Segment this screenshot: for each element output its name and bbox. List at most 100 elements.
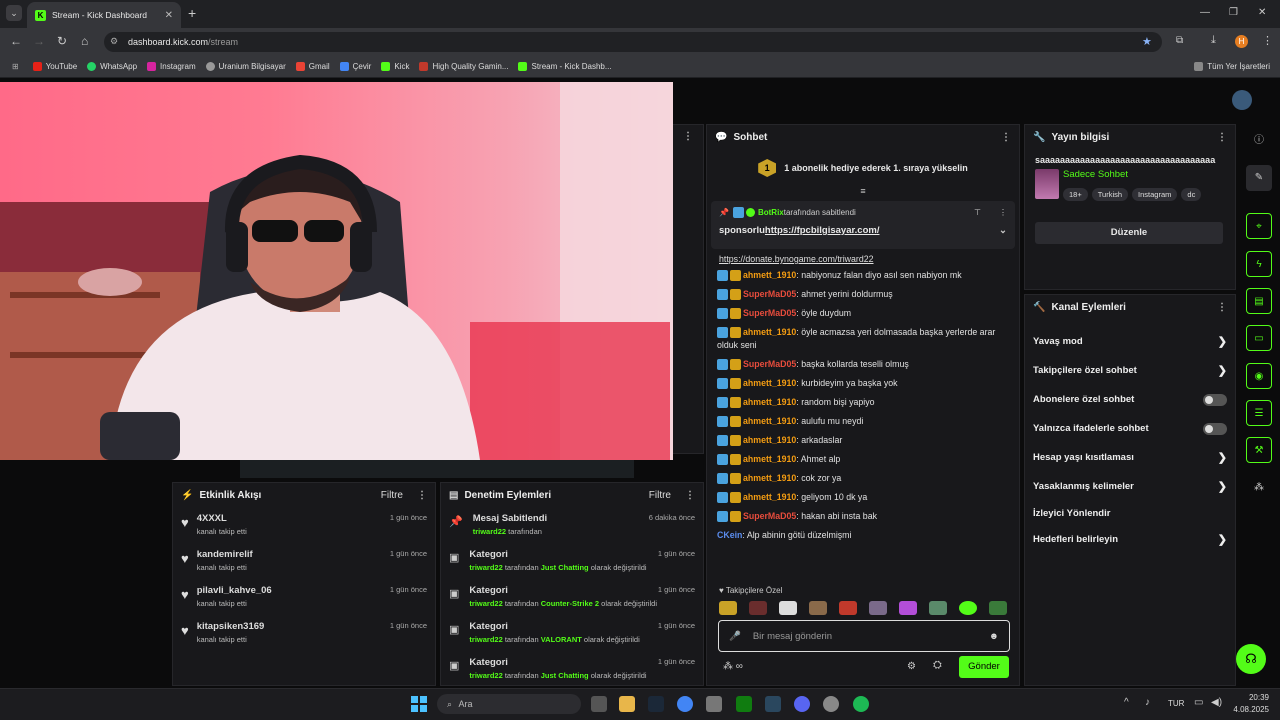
profile-avatar[interactable]: H — [1235, 35, 1248, 48]
stream-preview-video[interactable] — [0, 82, 673, 460]
emote-2[interactable] — [749, 601, 767, 615]
address-bar[interactable]: dashboard.kick.com/stream — [104, 32, 1162, 52]
event-item[interactable]: ♥ kandemirelif kanalı takip etti 1 gün önce — [173, 543, 435, 579]
event-user[interactable]: pilavli_kahve_06 — [197, 585, 272, 596]
emote-6[interactable] — [869, 601, 887, 615]
chat-message[interactable]: SuperMaD05: öyle duydum — [707, 304, 1019, 323]
panel-menu-icon[interactable]: ⋮ — [683, 131, 693, 142]
unpin-icon[interactable]: ⊤ — [974, 208, 981, 217]
chat-message[interactable]: SuperMaD05: hakan abi insta bak — [707, 507, 1019, 526]
network-icon[interactable]: ▭ — [1194, 697, 1203, 708]
menu-kebab-icon[interactable]: ⋮ — [1262, 34, 1273, 47]
channel-action-item[interactable]: Yavaş mod ❯ — [1025, 327, 1235, 356]
moderation-item[interactable]: 📌 Mesaj Sabitlendi triward22 tarafından 6 d… — [441, 507, 703, 543]
tray-mic-icon[interactable]: ♪ — [1145, 697, 1150, 708]
event-user[interactable]: kandemirelif — [197, 549, 253, 560]
moderation-menu-icon[interactable]: ⋮ — [685, 490, 695, 501]
clock[interactable]: 20:39 4.08.2025 — [1233, 693, 1269, 714]
chat-input[interactable]: 🎤 Bir mesaj gönderin ☻ — [718, 620, 1010, 652]
edit-button[interactable]: Düzenle — [1035, 222, 1223, 244]
user-avatar[interactable] — [1232, 90, 1252, 110]
chat-username[interactable]: ahmett_1910 — [743, 435, 796, 445]
chat-message[interactable]: ahmett_1910: geliyom 10 dk ya — [707, 488, 1019, 507]
emote-5[interactable] — [839, 601, 857, 615]
chat-username[interactable]: ahmett_1910 — [743, 327, 796, 337]
moderation-item[interactable]: ▣ Kategori triward22 tarafından Counter-St… — [441, 579, 703, 615]
reload-button[interactable]: ↻ — [57, 34, 67, 48]
chat-bubble-icon[interactable]: ▭ — [1246, 325, 1272, 351]
download-icon[interactable]: ⤓ — [1211, 34, 1216, 47]
restore-button[interactable]: ❐ — [1229, 7, 1238, 18]
toggle-switch[interactable] — [1203, 393, 1227, 406]
chat-menu-icon[interactable]: ⋮ — [1001, 132, 1011, 143]
moderation-item[interactable]: ▣ Kategori triward22 tarafından Just Chatt… — [441, 543, 703, 579]
moderation-filter-button[interactable]: Filtre — [649, 490, 671, 501]
pinned-by-user[interactable]: BotRix — [758, 208, 784, 217]
tools-icon[interactable]: ⚒ — [1246, 437, 1272, 463]
task-view-icon[interactable] — [591, 696, 607, 712]
emote-10[interactable] — [989, 601, 1007, 615]
event-user[interactable]: 4XXXL — [197, 513, 247, 524]
chat-username[interactable]: SuperMaD05 — [743, 289, 796, 299]
chat-username[interactable]: ahmett_1910 — [743, 492, 796, 502]
tab-close-icon[interactable]: ✕ — [165, 10, 173, 21]
stream-tag[interactable]: Instagram — [1132, 188, 1178, 201]
collapse-handle-icon[interactable]: ≡ — [707, 187, 1019, 197]
stream-tag[interactable]: dc — [1181, 188, 1202, 201]
all-bookmarks[interactable]: Tüm Yer İşaretleri — [1194, 62, 1270, 71]
chat-username[interactable]: SuperMaD05 — [743, 308, 796, 318]
moderator-user[interactable]: triward22 — [469, 671, 502, 680]
edit-pencil-icon[interactable]: ✎ — [1246, 165, 1272, 191]
pinned-link[interactable]: https://fpcbilgisayar.com/ — [765, 225, 880, 236]
bookmark-translate[interactable]: Çevir — [339, 62, 371, 71]
stream-info-menu-icon[interactable]: ⋮ — [1217, 132, 1227, 143]
chat-message[interactable]: ahmett_1910: arkadaslar — [707, 431, 1019, 450]
channel-action-item[interactable]: Hedefleri belirleyin ❯ — [1025, 525, 1235, 554]
support-headset-icon[interactable]: ☊ — [1236, 644, 1266, 674]
microphone-icon[interactable]: 🎤 — [729, 631, 741, 642]
back-button[interactable]: ← — [10, 34, 22, 48]
chat-username[interactable]: ahmett_1910 — [743, 454, 796, 464]
xbox-icon[interactable] — [736, 696, 752, 712]
event-item[interactable]: ♥ kitapsiken3169 kanalı takip etti 1 gün ön… — [173, 615, 435, 651]
emote-7[interactable] — [899, 601, 917, 615]
steam-icon[interactable] — [648, 696, 664, 712]
pinned-message[interactable]: 📌 BotRix tarafından sabitlendi ⊤ ⋮ spons… — [711, 201, 1015, 249]
chat-username[interactable]: SuperMaD05 — [743, 359, 796, 369]
emote-3[interactable] — [779, 601, 797, 615]
emote-8[interactable] — [929, 601, 947, 615]
chat-username[interactable]: ahmett_1910 — [743, 473, 796, 483]
send-button[interactable]: Gönder — [959, 656, 1009, 678]
target-icon[interactable]: ⌖ — [1246, 213, 1272, 239]
chat-username[interactable]: ahmett_1910 — [743, 270, 796, 280]
channel-action-item[interactable]: Hesap yaşı kısıtlaması ❯ — [1025, 443, 1235, 472]
toggle-switch[interactable] — [1203, 422, 1227, 435]
chat-settings-icon[interactable]: ⚙ — [907, 661, 916, 672]
info-icon[interactable]: ⓘ — [1246, 128, 1272, 154]
donate-link[interactable]: https://donate.bynogame.com/triward22 — [707, 249, 1019, 264]
category-name[interactable]: Sadece Sohbet — [1063, 169, 1205, 180]
apps-grid-icon[interactable]: ⊞ — [12, 62, 19, 71]
discord-icon[interactable] — [794, 696, 810, 712]
moderator-user[interactable]: triward22 — [469, 563, 502, 572]
event-user[interactable]: kitapsiken3169 — [197, 621, 265, 632]
chat-message[interactable]: CKein: Alp abinin götü düzelmişmi — [707, 526, 1019, 545]
close-window-button[interactable]: ✕ — [1258, 7, 1266, 18]
bookmark-kick[interactable]: Kick — [381, 62, 409, 71]
event-item[interactable]: ♥ pilavli_kahve_06 kanalı takip etti 1 gün … — [173, 579, 435, 615]
obs-icon[interactable] — [823, 696, 839, 712]
moderator-user[interactable]: triward22 — [473, 527, 506, 536]
language-indicator[interactable]: TUR — [1168, 699, 1184, 708]
expand-chevron-icon[interactable]: ⌄ — [999, 225, 1007, 236]
bookmark-instagram[interactable]: Instagram — [147, 62, 196, 71]
chat-message[interactable]: ahmett_1910: kurbideyim ya başka yok — [707, 374, 1019, 393]
minimize-button[interactable]: — — [1200, 7, 1210, 18]
channel-action-item[interactable]: Yalnızca ifadelerle sohbet — [1025, 414, 1235, 443]
steam-2-icon[interactable] — [765, 696, 781, 712]
chat-message[interactable]: ahmett_1910: Ahmet alp — [707, 450, 1019, 469]
moderator-user[interactable]: triward22 — [469, 599, 502, 608]
chat-username[interactable]: SuperMaD05 — [743, 511, 796, 521]
lightning-icon[interactable]: ϟ — [1246, 251, 1272, 277]
users-icon[interactable]: ⁂ — [1246, 475, 1272, 501]
pinned-menu-icon[interactable]: ⋮ — [999, 208, 1007, 217]
